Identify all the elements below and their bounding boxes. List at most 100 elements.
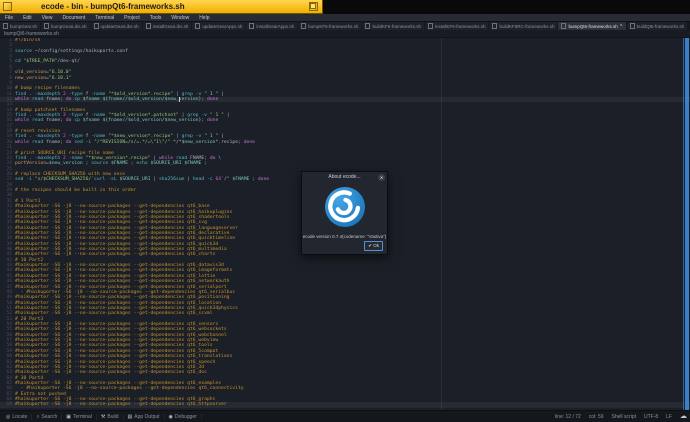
- tab-label: buildKF6-frameworks.sh: [372, 24, 421, 29]
- tab-label: bumpGearLibs.sh: [51, 24, 87, 29]
- dialog-close-icon[interactable]: ✕: [378, 174, 385, 181]
- tab-label: buildQt6-frameworks.sh: [637, 24, 685, 29]
- code-text: #haikuporter -S6 -j8 --no-source-package…: [15, 402, 227, 407]
- about-dialog: About ecode... ✕ ecode version 0.7.4(cod…: [301, 171, 388, 255]
- search-icon: ○: [36, 414, 39, 420]
- file-icon: [195, 23, 200, 29]
- encoding-indicator[interactable]: UTF-8: [644, 414, 658, 420]
- file-icon: [492, 23, 497, 29]
- cursor-line-indicator: line: 12 / 72: [555, 414, 581, 420]
- code-text: sed -i "s/$CHECKSUM_SHA256/`curl -sL $SO…: [15, 177, 269, 182]
- file-icon: [44, 23, 49, 29]
- tab-bumpQt6-frameworks.sh[interactable]: bumpQt6-frameworks.sh×: [558, 22, 625, 30]
- menu-project[interactable]: Project: [119, 15, 145, 21]
- window-zoom-button[interactable]: [309, 2, 318, 11]
- statusbar-build-button[interactable]: ⚒Build: [97, 414, 124, 420]
- breadcrumb: bumpQt6-frameworks.sh: [4, 31, 59, 37]
- tab-updateGearApps.sh[interactable]: updateGearApps.sh: [192, 22, 245, 30]
- window-title-tab[interactable]: ecode - bin - bumpQt6-frameworks.sh: [0, 0, 323, 14]
- editor-tab-bar: bumpGear.sh bumpGearLibs.sh updateGearLibs…: [0, 22, 690, 30]
- ok-button[interactable]: ✔ Ok: [364, 241, 383, 251]
- statusbar-terminal-button[interactable]: ▣Terminal: [62, 414, 97, 420]
- check-icon: ✔: [368, 243, 372, 248]
- tab-bumpKF6-frameworks.sh[interactable]: bumpKF6-frameworks.sh: [298, 22, 361, 30]
- menu-edit[interactable]: Edit: [18, 15, 37, 21]
- menu-tools[interactable]: Tools: [145, 15, 167, 21]
- tab-close-icon[interactable]: ×: [620, 23, 623, 29]
- statusbar-locate-button[interactable]: ◎Locate: [2, 414, 32, 420]
- text-caret: [179, 97, 180, 102]
- menu-document[interactable]: Document: [57, 15, 90, 21]
- tab-installKF6-frameworks.sh[interactable]: installKF6-frameworks.sh: [425, 22, 489, 30]
- code-text: #haikuporter -S6 -j8 --no-source-package…: [15, 370, 207, 375]
- tab-label: installGearLibs.sh: [153, 24, 189, 29]
- code-text: #!/bin/sh: [15, 38, 40, 43]
- file-icon: [301, 23, 306, 29]
- tab-label: buildKF5RC-frameworks.sh: [499, 24, 554, 29]
- locate-icon: ◎: [6, 414, 10, 420]
- menu-help[interactable]: Help: [194, 15, 214, 21]
- tab-buildQt6-frameworks.sh[interactable]: buildQt6-frameworks.sh: [627, 22, 688, 30]
- menu-window[interactable]: Window: [166, 15, 194, 21]
- column-ruler: [441, 38, 442, 410]
- tab-label: bumpKF6-frameworks.sh: [308, 24, 358, 29]
- code-line: 69#haikuporter -S6 -j8 --no-source-packa…: [0, 402, 690, 407]
- statusbar-label: Locate: [12, 414, 27, 420]
- ok-label: Ok: [373, 243, 379, 248]
- code-text: while read fname; do cp $fname ${fname//…: [15, 118, 218, 123]
- statusbar-label: App Output: [134, 414, 159, 420]
- debugger-icon: ◉: [169, 414, 173, 420]
- menu-bar: FileEditViewDocumentTerminalProjectTools…: [0, 14, 690, 22]
- status-bar: ◎Locate○Search▣Terminal⚒Build▤App Output…: [0, 410, 690, 422]
- tab-updateGearLibs.sh[interactable]: updateGearLibs.sh: [91, 22, 142, 30]
- dialog-title: About ecode...: [302, 172, 387, 182]
- statusbar-app-output-button[interactable]: ▤App Output: [124, 414, 165, 420]
- code-text: cd "$TREE_PATH"/dev-qt/: [15, 59, 80, 64]
- statusbar-search-button[interactable]: ○Search: [32, 414, 62, 420]
- cursor-col-indicator: col: 59: [589, 414, 604, 420]
- code-text: while read fname; do cp $fname ${fname//…: [15, 97, 218, 102]
- ecode-logo-icon: [324, 186, 366, 233]
- tab-buildKF6-frameworks.sh[interactable]: buildKF6-frameworks.sh: [362, 22, 424, 30]
- tab-label: installGearApps.sh: [256, 24, 294, 29]
- build-icon: ⚒: [101, 414, 105, 420]
- file-icon: [365, 23, 370, 29]
- file-icon: [146, 23, 151, 29]
- tab-buildKF5RC-frameworks.sh[interactable]: buildKF5RC-frameworks.sh: [489, 22, 557, 30]
- tab-bumpGearLibs.sh[interactable]: bumpGearLibs.sh: [41, 22, 90, 30]
- scrollbar-track-line: [683, 38, 684, 410]
- code-text: #haikuporter -S6 -j8 --no-source-package…: [15, 252, 215, 257]
- scrollbar-thumb[interactable]: [685, 38, 689, 410]
- statusbar-label: Search: [41, 414, 57, 420]
- window-title: ecode - bin - bumpQt6-frameworks.sh: [41, 2, 185, 11]
- tab-label: updateGearApps.sh: [202, 24, 242, 29]
- code-text: while read fname; do sed -i "/^REVISION=…: [15, 140, 255, 145]
- titlebar: ecode - bin - bumpQt6-frameworks.sh: [0, 0, 690, 14]
- statusbar-label: Build: [107, 414, 118, 420]
- line-number: 69: [0, 402, 15, 407]
- statusbar-label: Terminal: [73, 414, 92, 420]
- ecode-window: ecode - bin - bumpQt6-frameworks.sh File…: [0, 0, 690, 422]
- file-icon: [630, 23, 635, 29]
- tab-label: bumpQt6-frameworks.sh: [568, 24, 617, 29]
- code-text: portVersion=$new_version ; source $FNAME…: [15, 161, 207, 166]
- file-icon: [94, 23, 99, 29]
- eol-indicator[interactable]: LF: [666, 414, 672, 420]
- file-icon: [561, 23, 566, 29]
- cloud-icon[interactable]: ☁: [680, 411, 687, 422]
- menu-terminal[interactable]: Terminal: [90, 15, 119, 21]
- version-text: ecode version 0.7.4(codename: "Vastiva"): [302, 234, 387, 239]
- tab-label: updateGearLibs.sh: [101, 24, 139, 29]
- language-indicator[interactable]: Shell script: [612, 414, 636, 420]
- file-icon: [249, 23, 254, 29]
- tab-installGearLibs.sh[interactable]: installGearLibs.sh: [143, 22, 192, 30]
- menu-file[interactable]: File: [0, 15, 18, 21]
- menu-view[interactable]: View: [37, 15, 58, 21]
- code-text: new_version="6.10.1": [15, 76, 71, 81]
- window-close-button[interactable]: [3, 2, 12, 11]
- breadcrumb-bar: bumpQt6-frameworks.sh: [0, 30, 690, 38]
- statusbar-debugger-button[interactable]: ◉Debugger: [165, 414, 202, 420]
- tab-installGearApps.sh[interactable]: installGearApps.sh: [246, 22, 297, 30]
- statusbar-label: Debugger: [175, 414, 197, 420]
- tab-bumpGear.sh[interactable]: bumpGear.sh: [0, 22, 40, 30]
